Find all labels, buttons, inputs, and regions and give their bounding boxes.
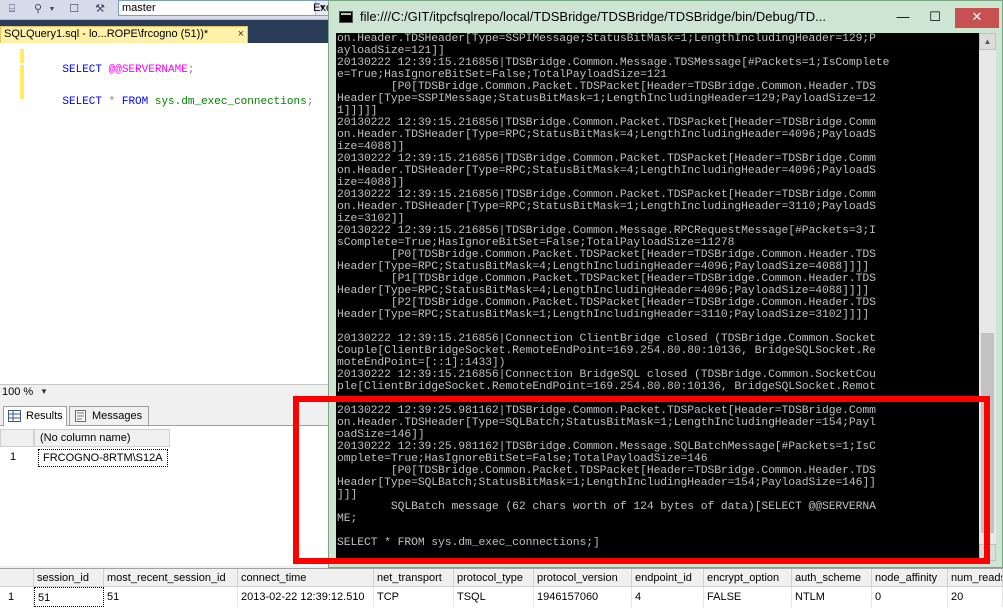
grid-icon [8, 410, 21, 422]
console-titlebar[interactable]: file:///C:/GIT/itpcfsqlrepo/local/TDSBri… [329, 1, 1002, 33]
row-number[interactable]: 1 [10, 449, 16, 465]
wrench-icon[interactable]: ⚒ [92, 2, 108, 17]
console-line: Header[Type=RPC;StatusBitMask=1;LengthIn… [337, 309, 870, 321]
grid-cell[interactable]: 2013-02-22 12:39:12.510 [238, 587, 374, 607]
console-line: sComplete=True;HasIgnoreBitSet=False;Tot… [337, 237, 735, 249]
messages-icon [75, 410, 86, 422]
console-line: 20130222 12:39:15.216856|TDSBridge.Commo… [337, 117, 876, 129]
column-header-auth-scheme[interactable]: auth_scheme [792, 569, 872, 587]
grid-cell[interactable]: 1946157060 [534, 587, 632, 607]
column-header[interactable]: (No column name) [34, 429, 170, 447]
tab-messages-label: Messages [92, 410, 143, 422]
zoom-bar: 100 % ▼ [0, 384, 330, 400]
console-line: on.Header.TDSHeader[Type=RPC;StatusBitMa… [337, 165, 876, 177]
grid-cell[interactable]: 0 [872, 587, 948, 607]
code-line-2[interactable]: SELECT * FROM sys.dm_exec_connections; [36, 84, 313, 120]
column-header-connect-time[interactable]: connect_time [238, 569, 374, 587]
console-line: 20130222 12:39:15.216856|Connection Brid… [337, 369, 876, 381]
change-marker [20, 65, 24, 99]
query-editor[interactable]: SELECT @@SERVERNAME; SELECT * FROM sys.d… [0, 43, 330, 384]
grid-cell[interactable]: NTLM [792, 587, 872, 607]
console-line: 1]]]]] [337, 105, 378, 117]
console-line: on.Header.TDSHeader[Type=RPC;StatusBitMa… [337, 201, 876, 213]
red-highlight-box [293, 396, 990, 564]
column-header-protocol-version[interactable]: protocol_version [534, 569, 632, 587]
console-line: ple[ClientBridgeSocket.RemoteEndPoint=16… [337, 381, 876, 393]
column-header-node-affinity[interactable]: node_affinity [872, 569, 948, 587]
database-select[interactable]: master ▼ [118, 0, 330, 16]
console-line: 20130222 12:39:15.216856|TDSBridge.Commo… [337, 225, 876, 237]
console-line: 20130222 12:39:15.216856|TDSBridge.Commo… [337, 153, 876, 165]
tab-results-label: Results [26, 410, 63, 422]
console-line: moteEndPoint=[::1]:1433]) [337, 357, 506, 369]
code-line-1[interactable]: SELECT @@SERVERNAME; [36, 52, 194, 88]
results-tabstrip: Results Messages [0, 404, 330, 426]
maximize-button[interactable]: ☐ [921, 8, 949, 28]
grid-cell-servername[interactable]: FRCOGNO-8RTM\S12A [38, 449, 168, 467]
console-line: ize=4088]] [337, 141, 405, 153]
close-button[interactable]: ✕ [955, 8, 999, 28]
checkbox-icon[interactable]: ☐ [66, 2, 82, 17]
tab-results[interactable]: Results [3, 406, 67, 426]
zoom-level[interactable]: 100 % [2, 386, 33, 398]
console-line: Header[Type=RPC;StatusBitMask=4;LengthIn… [337, 261, 870, 273]
database-select-value: master [122, 2, 156, 14]
column-header-session-id[interactable]: session_id [34, 569, 104, 587]
grid-cell[interactable]: FALSE [704, 587, 792, 607]
minimize-button[interactable]: — [889, 8, 917, 28]
console-title: file:///C:/GIT/itpcfsqlrepo/local/TDSBri… [360, 9, 827, 24]
result-grid-1[interactable]: (No column name) 1 FRCOGNO-8RTM\S12A [0, 426, 330, 566]
tab-label: SQLQuery1.sql - lo...ROPE\frcogno (51))* [4, 28, 209, 40]
column-header-most-recent-session-id[interactable]: most_recent_session_id [104, 569, 238, 587]
console-line: [P0[TDSBridge.Common.Packet.TDSPacket[He… [337, 81, 876, 93]
dropdown-arrow-icon[interactable]: ▼ [44, 2, 60, 17]
console-line: Header[Type=RPC;StatusBitMask=4;LengthIn… [337, 285, 870, 297]
grid-cell[interactable]: TSQL [454, 587, 534, 607]
filter-icon[interactable]: ⌸ [4, 2, 20, 17]
close-icon[interactable]: × [238, 27, 244, 42]
grid-cell[interactable]: 20 [948, 587, 1003, 607]
row-number[interactable]: 1 [0, 587, 34, 607]
column-header-endpoint-id[interactable]: endpoint_id [632, 569, 704, 587]
scroll-up-icon[interactable]: ▲ [979, 33, 996, 50]
grid-cell[interactable]: TCP [374, 587, 454, 607]
editor-margin [0, 43, 18, 384]
console-line: 20130222 12:39:15.216856|TDSBridge.Commo… [337, 189, 876, 201]
document-tabstrip: SQLQuery1.sql - lo...ROPE\frcogno (51))*… [0, 20, 330, 43]
change-marker [20, 49, 24, 63]
console-line: on.Header.TDSHeader[Type=SSPIMessage;Sta… [337, 33, 876, 45]
grid-cell[interactable]: 4 [632, 587, 704, 607]
chevron-down-icon[interactable]: ▼ [40, 387, 48, 396]
console-line: ize=4088]] [337, 177, 405, 189]
console-line: ize=3102]] [337, 213, 405, 225]
console-line: e=True;HasIgnoreBitSet=False;TotalPayloa… [337, 69, 668, 81]
console-line: Header[Type=SSPIMessage;StatusBitMask=1;… [337, 93, 876, 105]
console-icon [339, 11, 353, 23]
console-line: [P0[TDSBridge.Common.Packet.TDSPacket[He… [337, 249, 876, 261]
result-grid-2[interactable]: session_id most_recent_session_id connec… [0, 568, 1003, 611]
console-line: Couple[ClientBridgeSocket.RemoteEndPoint… [337, 345, 876, 357]
tab-messages[interactable]: Messages [69, 406, 149, 426]
column-header-protocol-type[interactable]: protocol_type [454, 569, 534, 587]
grid-cell[interactable]: 51 [34, 587, 104, 607]
column-header-net-transport[interactable]: net_transport [374, 569, 454, 587]
console-line: ayloadSize=121]] [337, 45, 445, 57]
column-header-num-reads[interactable]: num_reads [948, 569, 1003, 587]
row-header-corner [0, 429, 34, 447]
console-line: 20130222 12:39:15.216856|TDSBridge.Commo… [337, 57, 890, 69]
column-header-encrypt-option[interactable]: encrypt_option [704, 569, 792, 587]
tab-sqlquery1[interactable]: SQLQuery1.sql - lo...ROPE\frcogno (51))*… [0, 26, 248, 43]
grid-cell[interactable]: 51 [104, 587, 238, 607]
row-header-corner [0, 569, 34, 587]
console-line: [P2[TDSBridge.Common.Packet.TDSPacket[He… [337, 297, 876, 309]
console-line: 20130222 12:39:15.216856|Connection Clie… [337, 333, 876, 345]
console-line: on.Header.TDSHeader[Type=RPC;StatusBitMa… [337, 129, 876, 141]
console-line: [P1[TDSBridge.Common.Packet.TDSPacket[He… [337, 273, 876, 285]
